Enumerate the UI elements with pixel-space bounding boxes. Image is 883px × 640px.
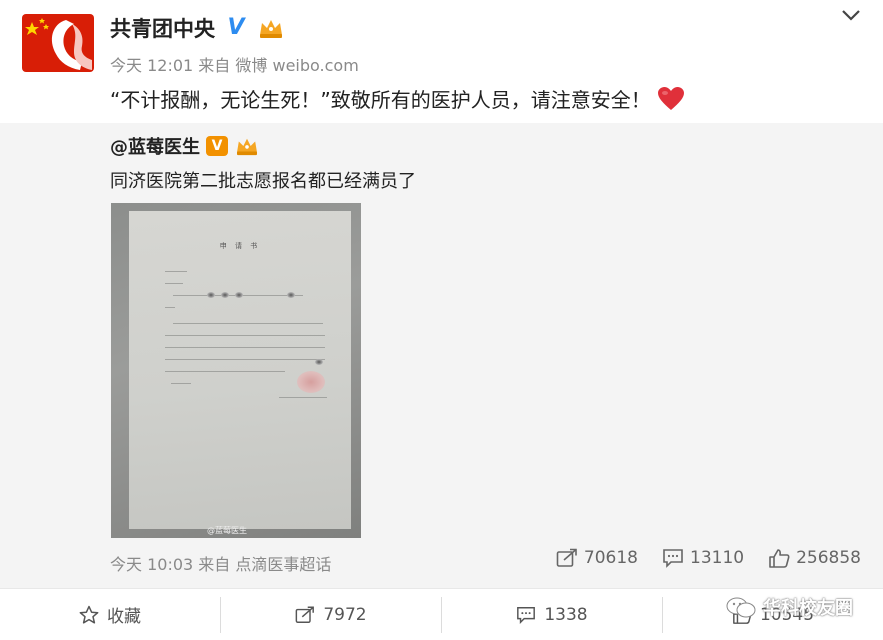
favorite-button[interactable]: 收藏 <box>0 596 221 633</box>
vip-crown-icon[interactable] <box>234 136 260 156</box>
red-heart-icon <box>657 86 684 110</box>
verified-v-icon: V <box>225 17 247 39</box>
repost-icon <box>295 606 315 623</box>
text-line <box>165 307 175 308</box>
repost-author[interactable]: @蓝莓医生 <box>110 133 200 159</box>
watermark-badge: 华科校友圈 <box>725 594 853 620</box>
source-prefix: 来自 <box>198 555 231 574</box>
blurred-text <box>287 292 295 298</box>
repost-icon <box>556 548 577 567</box>
post-meta: 今天 12:01 来自 微博 weibo.com <box>110 52 359 76</box>
comment-button[interactable]: 1338 <box>442 596 663 633</box>
text-line <box>165 347 325 348</box>
repost-text: 同济医院第二批志愿报名都已经满员了 <box>110 171 416 192</box>
repost-stats: 70618 13110 256858 <box>556 548 861 568</box>
doc-title: 申 请 书 <box>219 242 261 250</box>
post-time: 今天 12:01 <box>110 56 194 75</box>
post-text-row: “不计报酬，无论生死！”致敬所有的医护人员，请注意安全！ <box>110 84 685 113</box>
comment-icon <box>663 549 683 568</box>
author-name[interactable]: 共青团中央 <box>110 13 215 43</box>
date-line <box>279 397 327 398</box>
text-line <box>173 323 323 324</box>
comment-count: 13110 <box>690 548 745 568</box>
comment-count-button[interactable]: 13110 <box>662 548 744 568</box>
text-line <box>171 383 191 384</box>
vip-crown-icon[interactable] <box>257 17 285 39</box>
repost-button[interactable]: 7972 <box>221 596 442 633</box>
repost-author-row: @蓝莓医生 V <box>110 133 260 159</box>
thumbs-up-icon <box>769 549 790 568</box>
wechat-icon <box>726 597 756 618</box>
repost-time: 今天 10:03 <box>110 555 194 574</box>
like-count: 256858 <box>796 548 861 568</box>
star-icon <box>79 605 99 624</box>
red-seal <box>297 371 325 393</box>
source-prefix: 来自 <box>198 56 231 75</box>
text-line <box>165 359 325 360</box>
author-avatar[interactable] <box>22 14 94 72</box>
repost-action-count: 7972 <box>323 604 367 625</box>
repost-meta: 今天 10:03 来自 点滴医事超话 <box>110 551 331 575</box>
text-line <box>165 271 187 272</box>
blurred-text <box>315 359 323 365</box>
like-count-button[interactable]: 256858 <box>768 548 861 568</box>
paper: 申 请 书 <box>129 211 351 529</box>
text-line <box>165 335 325 336</box>
youth-league-logo-icon <box>22 14 94 72</box>
comment-action-count: 1338 <box>544 604 588 625</box>
watermark-text: 华科校友圈 <box>763 598 853 619</box>
comment-icon <box>517 606 536 624</box>
repost-card[interactable]: @蓝莓医生 V 同济医院第二批志愿报名都已经满员了 申 请 书 @蓝莓医生 今天… <box>0 123 883 588</box>
verified-v-orange-icon: V <box>206 136 228 156</box>
text-line <box>165 371 285 372</box>
blurred-text <box>235 292 243 298</box>
repost-source[interactable]: 点滴医事超话 <box>235 555 331 574</box>
text-line <box>165 283 183 284</box>
repost-count: 70618 <box>583 548 638 568</box>
repost-count-button[interactable]: 70618 <box>556 548 638 568</box>
blurred-text <box>221 292 229 298</box>
post-source[interactable]: 微博 weibo.com <box>235 56 358 75</box>
image-watermark: @蓝莓医生 <box>207 526 247 535</box>
blurred-text <box>207 292 215 298</box>
author-name-row: 共青团中央 V <box>110 13 285 43</box>
chevron-down-icon[interactable] <box>841 8 861 22</box>
post-text: “不计报酬，无论生死！”致敬所有的医护人员，请注意安全！ <box>110 88 651 112</box>
application-letter-photo[interactable]: 申 请 书 @蓝莓医生 <box>111 203 361 538</box>
favorite-label: 收藏 <box>107 607 141 627</box>
